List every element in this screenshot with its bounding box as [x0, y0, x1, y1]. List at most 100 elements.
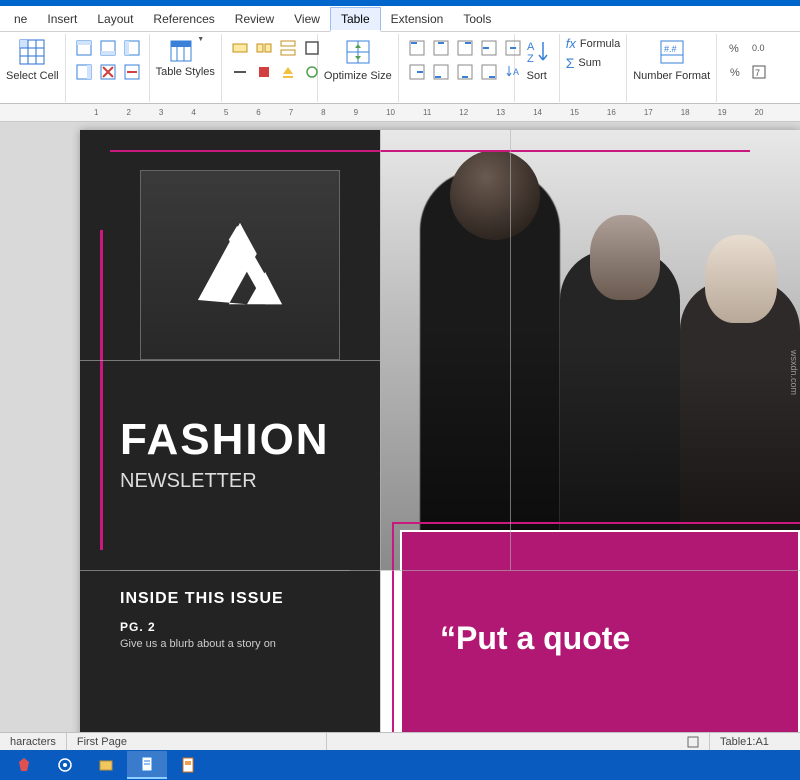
- sort-label: Sort: [527, 70, 547, 82]
- ruler-mark: 3: [159, 108, 163, 117]
- group-decimals: % 0.0 % 7: [717, 34, 773, 102]
- background-color-icon[interactable]: [277, 61, 299, 83]
- taskbar-impress-icon[interactable]: [168, 751, 208, 779]
- status-characters[interactable]: haracters: [0, 733, 67, 750]
- hero-photo: [380, 130, 800, 570]
- insert-col-right-icon[interactable]: [73, 61, 95, 83]
- fx-icon: fx: [566, 36, 576, 51]
- table-gridline: [510, 130, 511, 570]
- insert-row-below-icon[interactable]: [97, 37, 119, 59]
- decimal-add-icon[interactable]: 0.0: [748, 37, 770, 59]
- ruler-mark: 11: [423, 108, 431, 117]
- split-cells-icon[interactable]: [253, 37, 275, 59]
- horizontal-ruler[interactable]: 1 2 3 4 5 6 7 8 9 10 11 12 13 14 15 16 1…: [0, 104, 800, 122]
- sum-label: Sum: [578, 57, 601, 69]
- align-top-right-icon[interactable]: [454, 37, 476, 59]
- ruler-mark: 15: [570, 108, 579, 117]
- page-ref[interactable]: PG. 2: [120, 620, 156, 634]
- delete-col-icon[interactable]: [121, 61, 143, 83]
- menu-layout[interactable]: Layout: [87, 8, 143, 30]
- table-gridline: [80, 360, 380, 361]
- align-top-center-icon[interactable]: [430, 37, 452, 59]
- heading-inside-issue[interactable]: INSIDE THIS ISSUE: [120, 590, 284, 608]
- merge-cells-icon[interactable]: [229, 37, 251, 59]
- split-table-icon[interactable]: [277, 37, 299, 59]
- menu-extension[interactable]: Extension: [381, 8, 454, 30]
- ruler-mark: 18: [681, 108, 690, 117]
- menu-references[interactable]: References: [143, 8, 224, 30]
- taskbar-app-1[interactable]: [4, 751, 44, 779]
- group-optimize-size: Optimize Size: [318, 34, 399, 102]
- ruler-mark: 20: [755, 108, 764, 117]
- select-cell-label: Select Cell: [6, 70, 59, 82]
- align-middle-right-icon[interactable]: [406, 61, 428, 83]
- taskbar-writer-icon[interactable]: [127, 751, 167, 779]
- menu-home-partial[interactable]: ne: [4, 8, 37, 30]
- sigma-icon: Σ: [566, 55, 575, 71]
- align-bottom-center-icon[interactable]: [454, 61, 476, 83]
- group-merge-borders: [222, 34, 318, 102]
- delete-row-icon[interactable]: [97, 61, 119, 83]
- title-fashion[interactable]: FASHION: [120, 415, 330, 465]
- border-style-icon[interactable]: [229, 61, 251, 83]
- menu-table[interactable]: Table: [330, 7, 381, 32]
- svg-text:%: %: [729, 43, 739, 55]
- ribbon: Select Cell ▼ Table Styles: [0, 32, 800, 104]
- group-sort: AZ Sort: [515, 34, 560, 102]
- align-bottom-right-icon[interactable]: [478, 61, 500, 83]
- group-alignment: A: [399, 34, 515, 102]
- group-formula: fx Formula Σ Sum: [560, 34, 627, 102]
- taskbar: [0, 750, 800, 780]
- quote-text[interactable]: “Put a quote: [440, 620, 630, 657]
- table-styles-icon[interactable]: [167, 37, 195, 65]
- logo-image: [140, 170, 340, 360]
- taskbar-settings-icon[interactable]: [45, 751, 85, 779]
- number-format-label: Number Format: [633, 70, 710, 82]
- taskbar-files-icon[interactable]: [86, 751, 126, 779]
- sort-icon[interactable]: AZ: [521, 36, 553, 68]
- select-cell-icon[interactable]: [16, 36, 48, 68]
- group-number-format: #.# Number Format: [627, 34, 717, 102]
- insert-row-above-icon[interactable]: [73, 37, 95, 59]
- currency-icon[interactable]: %: [724, 37, 746, 59]
- status-table-cell[interactable]: Table1:A1: [710, 733, 800, 750]
- align-middle-left-icon[interactable]: [478, 37, 500, 59]
- menu-tools[interactable]: Tools: [453, 8, 501, 30]
- svg-text:#.#: #.#: [664, 44, 677, 54]
- group-table-styles: ▼ Table Styles: [150, 34, 222, 102]
- document-area[interactable]: FASHION NEWSLETTER INSIDE THIS ISSUE PG.…: [0, 122, 800, 732]
- menu-review[interactable]: Review: [225, 8, 284, 30]
- subtitle-newsletter[interactable]: NEWSLETTER: [120, 470, 257, 493]
- menu-insert[interactable]: Insert: [37, 8, 87, 30]
- svg-text:A: A: [527, 41, 535, 53]
- number-format-icon[interactable]: #.#: [656, 36, 688, 68]
- percent-icon[interactable]: %: [724, 61, 746, 83]
- decimal-remove-icon[interactable]: 7: [748, 61, 770, 83]
- sum-button[interactable]: Σ Sum: [566, 55, 601, 71]
- ruler-mark: 13: [496, 108, 505, 117]
- ruler-mark: 5: [224, 108, 228, 117]
- dropdown-icon[interactable]: ▼: [197, 36, 204, 66]
- align-bottom-left-icon[interactable]: [430, 61, 452, 83]
- align-top-left-icon[interactable]: [406, 37, 428, 59]
- ruler-mark: 10: [386, 108, 395, 117]
- status-page-style[interactable]: First Page: [67, 733, 327, 750]
- status-bar: haracters First Page Table1:A1: [0, 732, 800, 750]
- ruler-mark: 4: [191, 108, 195, 117]
- insert-col-left-icon[interactable]: [121, 37, 143, 59]
- ruler-mark: 17: [644, 108, 653, 117]
- page[interactable]: FASHION NEWSLETTER INSIDE THIS ISSUE PG.…: [80, 130, 800, 732]
- formula-button[interactable]: fx Formula: [566, 36, 620, 51]
- menu-view[interactable]: View: [284, 8, 330, 30]
- table-styles-label: Table Styles: [156, 66, 215, 78]
- blurb-text[interactable]: Give us a blurb about a story on: [120, 638, 350, 650]
- accent-line-top: [110, 150, 750, 152]
- border-color-icon[interactable]: [253, 61, 275, 83]
- svg-text:0.0: 0.0: [752, 43, 765, 53]
- ruler-mark: 19: [718, 108, 727, 117]
- svg-text:%: %: [730, 67, 740, 79]
- optimize-size-icon[interactable]: [342, 36, 374, 68]
- svg-text:Z: Z: [527, 53, 534, 65]
- status-overwrite-icon[interactable]: [677, 733, 710, 750]
- ruler-mark: 6: [256, 108, 260, 117]
